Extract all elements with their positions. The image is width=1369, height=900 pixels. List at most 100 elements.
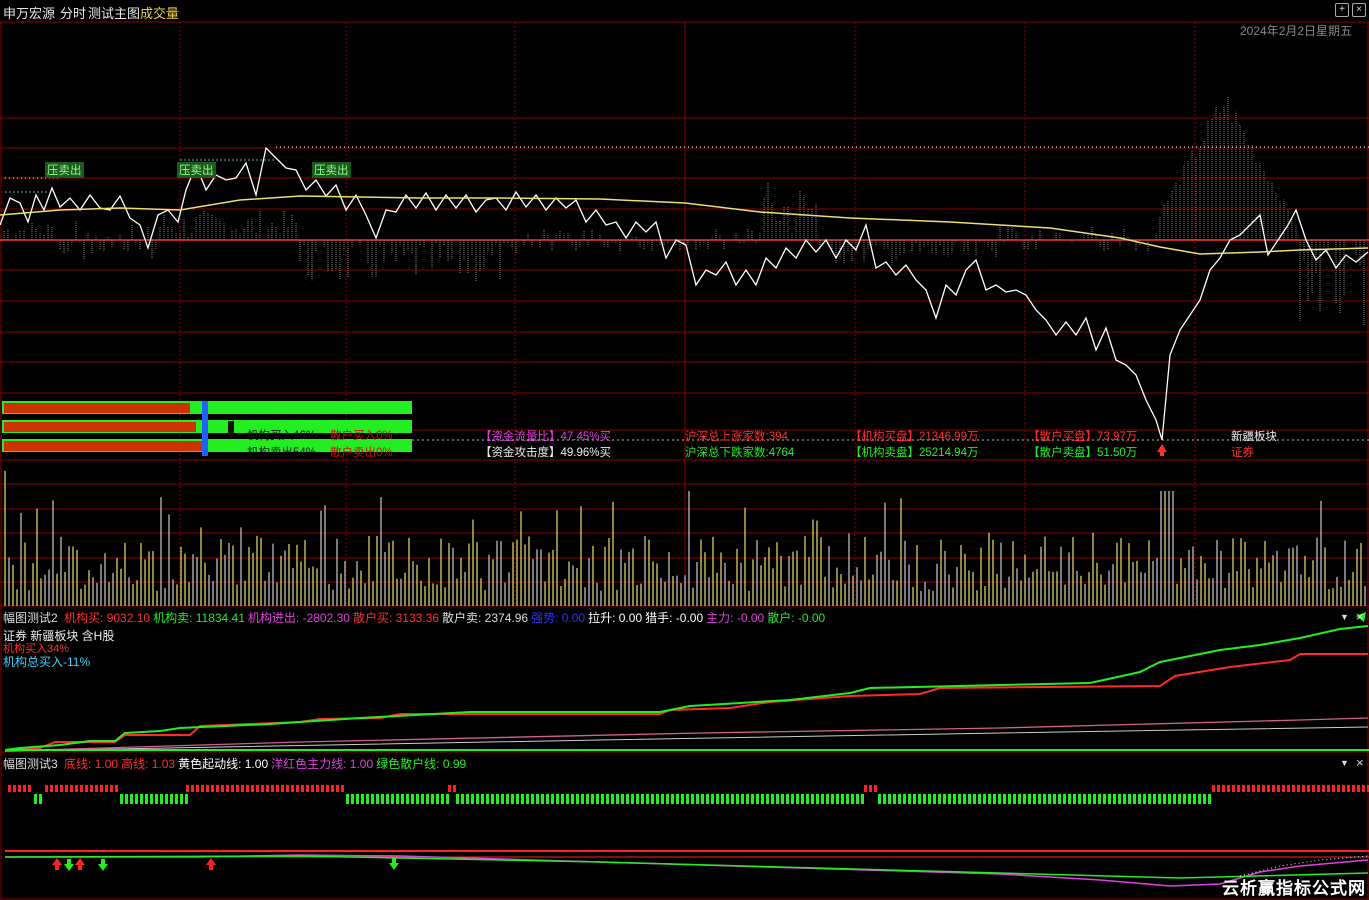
buy-signal-bar (1267, 785, 1270, 792)
sell-signal-bar (893, 794, 896, 804)
sell-signal-bar (706, 794, 709, 804)
sell-signal-bar (761, 794, 764, 804)
sell-signal-bar (846, 794, 849, 804)
sell-signal-bar (456, 794, 459, 804)
buy-signal-bar (1312, 785, 1315, 792)
buy-signal-bar (28, 785, 31, 792)
pane2-title[interactable]: 幅图测试2 (3, 611, 58, 625)
buy-signal-bar (1262, 785, 1265, 792)
up-arrow-icon (206, 858, 216, 870)
main-force-line (5, 854, 1369, 887)
sell-signal-bar (1168, 794, 1171, 804)
buy-signal-bar (1247, 785, 1250, 792)
sell-signal-bar (511, 794, 514, 804)
close-icon[interactable]: × (1356, 609, 1364, 624)
pane3-indicator-0: 底线: 1.00 (64, 757, 119, 771)
sell-signal-bar (591, 794, 594, 804)
pane2-indicator-1: 机构卖: 11834.41 (153, 611, 245, 625)
sell-signal-bar (471, 794, 474, 804)
sell-signal-bar (581, 794, 584, 804)
sell-signal-bar (973, 794, 976, 804)
close-icon[interactable]: × (1356, 755, 1364, 770)
buy-signal-bar (186, 785, 189, 792)
buy-signal-bar (271, 785, 274, 792)
sell-signal-bar (988, 794, 991, 804)
retail-sell-label: 散户卖出0% (330, 447, 393, 459)
buy-signal-bar (301, 785, 304, 792)
sell-signal-bar (501, 794, 504, 804)
sell-signal-bar (1003, 794, 1006, 804)
pane3-indicator-4: 绿色散户线: 0.99 (376, 757, 467, 771)
sell-signal-bar (716, 794, 719, 804)
buy-signal-bar (286, 785, 289, 792)
buy-signal-bar (316, 785, 319, 792)
sell-signal-bar (621, 794, 624, 804)
sell-signal-bar (596, 794, 599, 804)
buy-signal-bar (23, 785, 26, 792)
buy-signal-bar (1307, 785, 1310, 792)
sell-signal-bar (381, 794, 384, 804)
buy-signal-bar (246, 785, 249, 792)
sell-signal-bar (791, 794, 794, 804)
sell-signal-bar (993, 794, 996, 804)
ratio-marker (202, 401, 208, 456)
sell-signal-bar (1208, 794, 1211, 804)
sh-sz-up-count: 沪深总上涨家数:394 (685, 431, 788, 443)
buy-signal-bar (1217, 785, 1220, 792)
sell-signal-bar (436, 794, 439, 804)
buy-signal-bar (276, 785, 279, 792)
sell-signal-bar (386, 794, 389, 804)
pane2-indicator-6: 拉升: 0.00 (588, 611, 643, 625)
sell-signal-bar (34, 794, 37, 804)
buy-signal-bar (869, 785, 872, 792)
sell-signal-bar (978, 794, 981, 804)
buy-signal-bar (321, 785, 324, 792)
up-arrow-icon (52, 858, 62, 870)
sell-signal-bar (426, 794, 429, 804)
sell-signal-bar (1033, 794, 1036, 804)
retail-line (4, 726, 1369, 752)
sell-signal-bar (1063, 794, 1066, 804)
sell-signal-bar (958, 794, 961, 804)
buy-signal-bar (1362, 785, 1365, 792)
sell-signal-bar (1093, 794, 1096, 804)
buy-signal-bar (226, 785, 229, 792)
buy-signal-bar (336, 785, 339, 792)
sell-signal-bar (411, 794, 414, 804)
sell-signal-bar (626, 794, 629, 804)
sell-signal-bar (180, 794, 183, 804)
sell-signal-bar (526, 794, 529, 804)
sell-signal-bar (461, 794, 464, 804)
sell-signal-bar (998, 794, 1001, 804)
buy-signal-bar (65, 785, 68, 792)
buy-signal-bar (1282, 785, 1285, 792)
sell-signal-bar (1193, 794, 1196, 804)
buy-signal-bar (341, 785, 344, 792)
sell-signal-bar (571, 794, 574, 804)
buy-signal-bar (874, 785, 877, 792)
pane2-indicator-2: 机构进出: -2802.30 (247, 611, 350, 625)
sell-signal-bar (1158, 794, 1161, 804)
sell-signal-bar (406, 794, 409, 804)
buy-signal-bar (55, 785, 58, 792)
sell-signal-bar (416, 794, 419, 804)
sell-signal-bar (631, 794, 634, 804)
collapse-icon[interactable]: ▼ (1340, 612, 1349, 622)
sell-signal-bar (356, 794, 359, 804)
pane3-title[interactable]: 幅图测试3 (3, 757, 58, 771)
sell-signal-bar (841, 794, 844, 804)
buy-signal-bar (1222, 785, 1225, 792)
down-arrow-icon (98, 859, 108, 871)
sell-signal-bar (796, 794, 799, 804)
buy-signal-bar (201, 785, 204, 792)
sell-signal-bar (811, 794, 814, 804)
sell-signal-bar (140, 794, 143, 804)
pane3-indicator-2: 黄色起动线: 1.00 (178, 757, 269, 771)
up-arrow-icon (75, 858, 85, 870)
collapse-icon[interactable]: ▼ (1340, 758, 1349, 768)
sell-signal-bar (821, 794, 824, 804)
buy-signal-bar (1342, 785, 1345, 792)
sell-signal-bar (1098, 794, 1101, 804)
sell-signal-bar (556, 794, 559, 804)
buy-signal-bar (453, 785, 456, 792)
